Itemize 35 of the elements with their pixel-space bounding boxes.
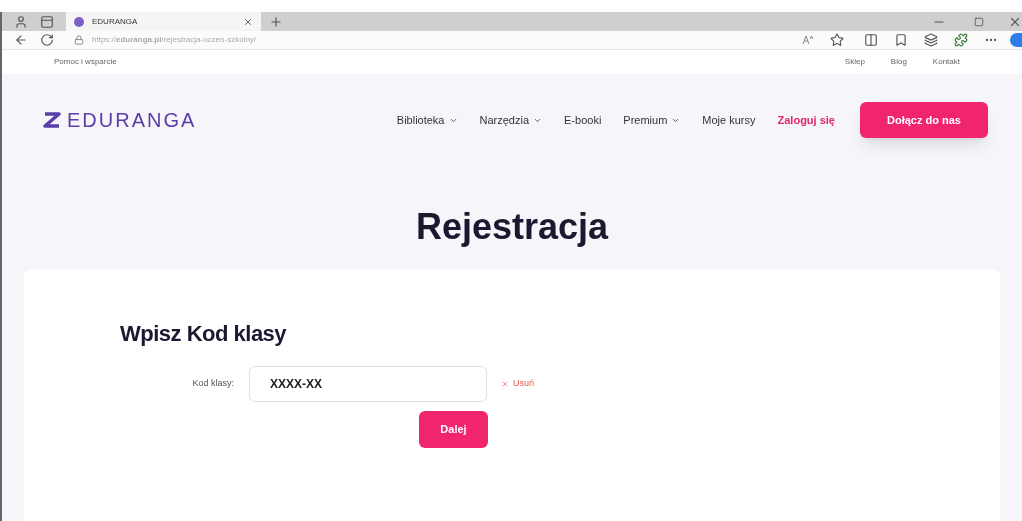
close-tab-icon[interactable] xyxy=(243,16,253,27)
top-link[interactable]: Blog xyxy=(890,56,907,68)
tab-title: EDURANGA xyxy=(92,15,138,28)
field-label: Kod klasy: xyxy=(191,377,234,391)
help-link[interactable]: Pomoc i wsparcie xyxy=(54,56,117,68)
back-icon[interactable] xyxy=(14,33,28,47)
nav-link[interactable]: E-booki xyxy=(564,111,602,129)
logo-icon xyxy=(42,111,62,129)
nav-link[interactable]: Premium xyxy=(623,111,681,129)
reload-icon[interactable] xyxy=(40,33,54,47)
read-aloud-icon[interactable] xyxy=(802,35,814,45)
browser-tab[interactable]: EDURANGA xyxy=(66,12,261,31)
logo-text[interactable]: EDURANGA xyxy=(67,105,197,135)
nav-link[interactable]: Narzędzia xyxy=(479,111,543,129)
next-button[interactable]: Dalej xyxy=(419,411,488,448)
extension-icon[interactable] xyxy=(954,33,968,47)
collections-icon[interactable] xyxy=(924,33,938,47)
favicon-icon xyxy=(74,16,84,27)
remove-link[interactable]: Usuń xyxy=(513,377,534,391)
top-link[interactable]: Sklep xyxy=(844,56,865,68)
nav-link[interactable]: Moje kursy xyxy=(702,111,756,129)
favorites-icon[interactable] xyxy=(894,33,908,47)
split-screen-icon[interactable] xyxy=(864,33,878,47)
favorite-icon[interactable] xyxy=(830,33,844,47)
page-title: Rejestracja xyxy=(414,205,610,249)
nav-link[interactable]: Biblioteka xyxy=(396,111,458,129)
tab-actions-icon[interactable] xyxy=(40,14,54,29)
lock-icon xyxy=(74,35,84,45)
top-link[interactable]: Kontakt xyxy=(932,56,960,68)
login-link[interactable]: Zaloguj się xyxy=(777,111,835,129)
class-code-input[interactable]: XXXX-XX xyxy=(249,366,487,402)
form-heading: Wpisz Kod klasy xyxy=(120,320,288,348)
profile-icon[interactable] xyxy=(14,14,28,29)
join-button[interactable]: Dołącz do nas xyxy=(860,102,988,138)
maximize-icon[interactable] xyxy=(974,16,984,27)
